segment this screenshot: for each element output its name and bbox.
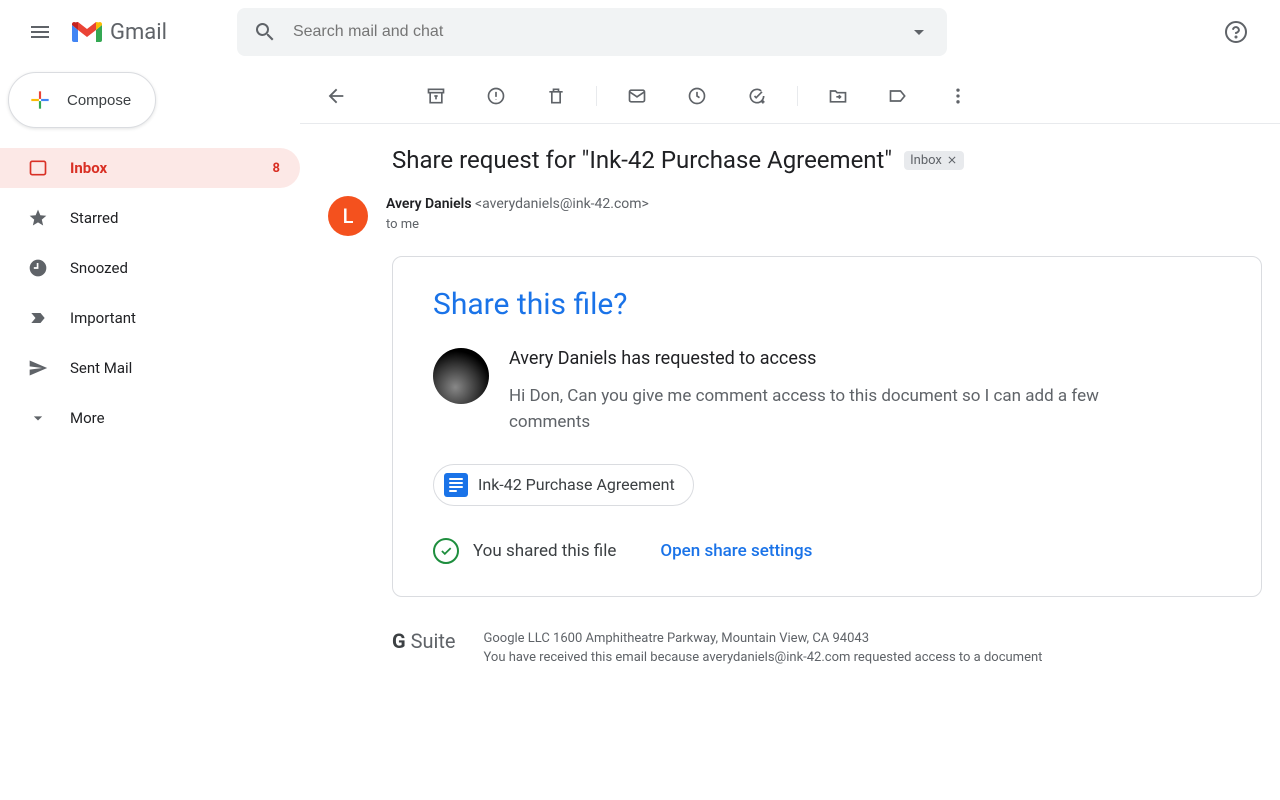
move-button[interactable] — [818, 76, 858, 116]
help-button[interactable] — [1216, 12, 1256, 52]
archive-icon — [426, 86, 446, 106]
gmail-logo[interactable]: Gmail — [72, 20, 167, 45]
requester-avatar — [433, 348, 489, 404]
check-circle-icon — [433, 538, 459, 564]
labels-button[interactable] — [878, 76, 918, 116]
app-header: Gmail — [0, 0, 1280, 64]
sidebar-item-label: More — [70, 409, 105, 427]
sidebar-item-label: Sent Mail — [70, 359, 132, 377]
mark-unread-button[interactable] — [617, 76, 657, 116]
message-pane: Share request for "Ink-42 Purchase Agree… — [300, 64, 1280, 800]
message-subject: Share request for "Ink-42 Purchase Agree… — [392, 146, 892, 174]
search-icon — [253, 20, 277, 44]
share-request-card: Share this file? Avery Daniels has reque… — [392, 256, 1262, 597]
app-name: Gmail — [110, 20, 167, 45]
arrow-back-icon — [325, 85, 347, 107]
sidebar: Compose Inbox 8 Starred Snoozed Importan… — [0, 64, 300, 800]
search-input[interactable] — [293, 23, 891, 41]
spam-icon — [486, 86, 506, 106]
share-status-row: You shared this file Open share settings — [433, 538, 1221, 564]
google-docs-icon — [444, 473, 468, 497]
sidebar-item-label: Important — [70, 309, 136, 327]
dropdown-icon[interactable] — [907, 20, 931, 44]
request-headline: Avery Daniels has requested to access — [509, 348, 1149, 369]
sidebar-item-label: Starred — [70, 209, 118, 227]
more-vert-icon — [948, 86, 968, 106]
inbox-label-chip[interactable]: Inbox — [904, 151, 964, 170]
toolbar-separator — [797, 86, 798, 106]
compose-label: Compose — [67, 92, 131, 109]
label-icon — [888, 86, 908, 106]
sidebar-item-more[interactable]: More — [0, 398, 300, 438]
inbox-count: 8 — [273, 161, 280, 176]
compose-plus-icon — [27, 87, 53, 113]
sender-info: Avery Daniels <averydaniels@ink-42.com> … — [386, 196, 649, 232]
main-menu-button[interactable] — [16, 8, 64, 56]
sidebar-item-snoozed[interactable]: Snoozed — [0, 248, 300, 288]
spam-button[interactable] — [476, 76, 516, 116]
help-icon — [1224, 20, 1248, 44]
gmail-logo-icon — [72, 20, 102, 44]
sidebar-item-sent[interactable]: Sent Mail — [0, 348, 300, 388]
important-icon — [28, 308, 48, 328]
sidebar-item-important[interactable]: Important — [0, 298, 300, 338]
hamburger-icon — [28, 20, 52, 44]
inbox-icon — [28, 158, 48, 178]
clock-icon — [28, 258, 48, 278]
add-task-button[interactable] — [737, 76, 777, 116]
gsuite-logo: G Suite — [392, 629, 456, 653]
toolbar-separator — [596, 86, 597, 106]
mail-icon — [627, 86, 647, 106]
close-icon — [946, 154, 958, 166]
email-footer: G Suite Google LLC 1600 Amphitheatre Par… — [392, 629, 1264, 668]
add-task-icon — [747, 86, 767, 106]
message-toolbar — [300, 68, 1280, 124]
recipient-line: to me — [386, 217, 649, 232]
open-share-settings-link[interactable]: Open share settings — [660, 541, 812, 561]
badge-label: Inbox — [910, 153, 942, 168]
trash-icon — [546, 86, 566, 106]
card-title: Share this file? — [433, 287, 1221, 322]
archive-button[interactable] — [416, 76, 456, 116]
sidebar-item-label: Snoozed — [70, 259, 128, 277]
chevron-down-icon — [28, 408, 48, 428]
sidebar-item-starred[interactable]: Starred — [0, 198, 300, 238]
subject-row: Share request for "Ink-42 Purchase Agree… — [300, 124, 1280, 184]
send-icon — [28, 358, 48, 378]
sidebar-nav: Inbox 8 Starred Snoozed Important Sent M… — [0, 148, 300, 438]
snooze-button[interactable] — [677, 76, 717, 116]
sender-email: <averydaniels@ink-42.com> — [475, 196, 649, 212]
header-actions — [1216, 12, 1264, 52]
file-chip[interactable]: Ink-42 Purchase Agreement — [433, 464, 694, 506]
footer-address: Google LLC 1600 Amphitheatre Parkway, Mo… — [484, 629, 1043, 649]
share-status-text: You shared this file — [473, 541, 616, 561]
more-actions-button[interactable] — [938, 76, 978, 116]
sender-avatar[interactable]: L — [328, 196, 368, 236]
sender-row: L Avery Daniels <averydaniels@ink-42.com… — [300, 184, 1280, 236]
folder-move-icon — [828, 86, 848, 106]
footer-reason: You have received this email because ave… — [484, 648, 1043, 668]
star-icon — [28, 208, 48, 228]
request-message: Hi Don, Can you give me comment access t… — [509, 383, 1149, 436]
sidebar-item-inbox[interactable]: Inbox 8 — [0, 148, 300, 188]
search-bar[interactable] — [237, 8, 947, 56]
sender-name: Avery Daniels — [386, 196, 472, 212]
back-button[interactable] — [316, 76, 356, 116]
compose-button[interactable]: Compose — [8, 72, 156, 128]
sidebar-item-label: Inbox — [70, 159, 107, 177]
delete-button[interactable] — [536, 76, 576, 116]
snooze-icon — [687, 86, 707, 106]
file-name: Ink-42 Purchase Agreement — [478, 475, 675, 494]
